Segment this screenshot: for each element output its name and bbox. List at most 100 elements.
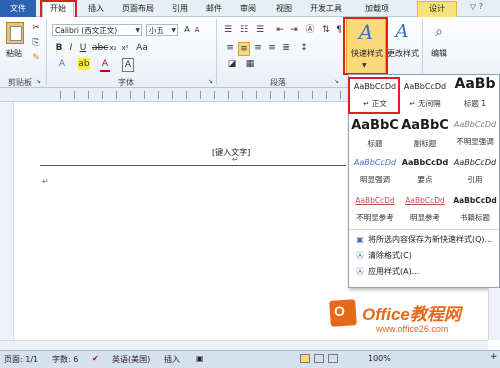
style-preview: AaBbCcDd: [405, 196, 445, 205]
justify-icon[interactable]: ≡: [266, 42, 278, 54]
highlight-box: [343, 17, 388, 75]
underline-icon[interactable]: U: [78, 42, 88, 54]
italic-icon[interactable]: I: [66, 42, 76, 54]
macro-record-icon[interactable]: ▣: [196, 354, 204, 363]
web-layout-view-icon[interactable]: [328, 354, 338, 363]
font-name-combo[interactable]: Calibri (西文正文) ▼: [52, 24, 142, 36]
zoom-in-icon[interactable]: +: [490, 352, 498, 362]
style-cell-no-spacing[interactable]: AaBbCcDd ↵ 无间隔: [400, 78, 450, 118]
numbering-icon[interactable]: ☷: [238, 24, 250, 36]
change-styles-label[interactable]: 更改样式: [386, 48, 420, 59]
clipboard-launcher-icon[interactable]: ↘: [36, 76, 41, 88]
tab-file[interactable]: 文件: [0, 0, 36, 17]
tab-developer[interactable]: 开发工具: [304, 2, 348, 17]
tab-mailings[interactable]: 邮件: [202, 2, 226, 17]
tab-insert[interactable]: 插入: [84, 2, 108, 17]
align-left-icon[interactable]: ≡: [224, 42, 236, 54]
tab-page-layout[interactable]: 页面布局: [116, 2, 160, 17]
change-styles-icon[interactable]: A: [392, 20, 412, 44]
menu-clear-formatting[interactable]: Ⓐ 清除格式(C): [352, 249, 498, 263]
style-cell-intense-reference[interactable]: AaBbCcDd 明显参考: [400, 192, 450, 232]
tab-addins[interactable]: 加载项: [360, 2, 394, 17]
char-border-icon[interactable]: A: [122, 58, 134, 72]
style-cell-subtitle[interactable]: AaBbC 副标题: [400, 116, 450, 156]
style-cell-subtle-emphasis[interactable]: AaBbCcDd 不明显强调: [450, 116, 500, 156]
font-size-combo[interactable]: 小五 ▼: [146, 24, 178, 36]
distributed-icon[interactable]: ≣: [280, 42, 292, 54]
menu-save-as-quick-style[interactable]: ▣ 将所选内容保存为新快速样式(Q)...: [352, 233, 498, 247]
subscript-icon[interactable]: x₂: [108, 42, 118, 54]
superscript-icon[interactable]: x²: [120, 42, 130, 54]
style-cell-title[interactable]: AaBbC 标题: [350, 116, 400, 156]
status-language[interactable]: 英语(美国): [112, 354, 150, 365]
font-launcher-icon[interactable]: ↘: [208, 76, 213, 88]
shrink-font-icon[interactable]: A: [192, 24, 202, 36]
style-cell-quote[interactable]: AaBbCcDd 引用: [450, 154, 500, 194]
menu-apply-styles[interactable]: Ⓐ 应用样式(A)...: [352, 265, 498, 279]
find-icon[interactable]: ⌕: [430, 22, 448, 42]
document-canvas[interactable]: [0, 102, 346, 340]
proofing-icon[interactable]: ✔: [92, 354, 99, 363]
style-preview: AaBbC: [351, 118, 399, 133]
style-preview: AaBbCcDd: [355, 196, 395, 205]
group-separator: [46, 19, 47, 85]
cut-icon[interactable]: ✂: [30, 22, 42, 34]
vertical-ruler: [0, 102, 14, 340]
font-name-value: Calibri (西文正文): [55, 26, 118, 35]
vertical-scrollbar[interactable]: [488, 288, 500, 340]
bullets-icon[interactable]: ☰: [222, 24, 234, 36]
copy-icon[interactable]: ⎘: [30, 37, 42, 49]
highlight-color-icon[interactable]: ab: [78, 58, 90, 70]
style-preview: AaBbCcDd: [353, 158, 397, 167]
editing-label[interactable]: 编辑: [428, 48, 450, 59]
multilevel-list-icon[interactable]: ☰: [254, 24, 266, 36]
format-painter-icon[interactable]: ✎: [30, 52, 42, 64]
tab-view[interactable]: 视图: [272, 2, 296, 17]
align-center-icon[interactable]: ≡: [238, 42, 250, 56]
shading-icon[interactable]: ◪: [226, 58, 238, 70]
style-cell-subtle-reference[interactable]: AaBbCcDd 不明显参考: [350, 192, 400, 232]
chinese-layout-icon[interactable]: Ⓐ: [304, 24, 316, 36]
line-spacing-icon[interactable]: ↕: [298, 42, 310, 54]
status-page[interactable]: 页面: 1/1: [4, 354, 38, 365]
paragraph-launcher-icon[interactable]: ↘: [334, 76, 339, 88]
paste-button-label[interactable]: 粘贴: [6, 48, 22, 59]
decrease-indent-icon[interactable]: ⇤: [274, 24, 286, 36]
menu-label: 应用样式(A)...: [368, 267, 420, 276]
status-words[interactable]: 字数: 6: [52, 354, 78, 365]
style-cell-heading1[interactable]: AaBb 标题 1: [450, 76, 500, 116]
paragraph-mark: ↵: [42, 177, 49, 186]
highlight-box: [348, 77, 400, 114]
chevron-down-icon: ▼: [171, 27, 176, 34]
status-zoom[interactable]: 100%: [368, 354, 391, 363]
status-mode[interactable]: 插入: [164, 354, 180, 365]
strikethrough-icon[interactable]: abc: [92, 42, 108, 54]
ribbon-controls-icon[interactable]: ▽ ?: [470, 2, 483, 11]
style-name: ↵ 无间隔: [409, 99, 441, 108]
style-cell-strong[interactable]: AaBbCcDd 要点: [400, 154, 450, 194]
full-screen-view-icon[interactable]: [314, 354, 324, 363]
style-name: 要点: [417, 175, 433, 184]
text-effects-icon[interactable]: A: [56, 58, 68, 70]
borders-icon[interactable]: ▦: [244, 58, 256, 70]
align-right-icon[interactable]: ≡: [252, 42, 264, 54]
sort-icon[interactable]: ⇅: [320, 24, 332, 36]
bold-icon[interactable]: B: [54, 42, 64, 54]
style-cell-intense-emphasis[interactable]: AaBbCcDd 明显强调: [350, 154, 400, 194]
horizontal-scrollbar[interactable]: [0, 340, 488, 350]
increase-indent-icon[interactable]: ⇥: [288, 24, 300, 36]
print-layout-view-icon[interactable]: [300, 354, 310, 363]
office-logo-glyph: O: [334, 303, 345, 319]
menu-label: 清除格式(C): [368, 251, 412, 260]
style-cell-book-title[interactable]: AaBbCcDd 书籍标题: [450, 192, 500, 232]
style-name: 不明显强调: [456, 137, 494, 146]
style-preview: AaBbCcDd: [453, 120, 497, 129]
tab-references[interactable]: 引用: [168, 2, 192, 17]
tab-review[interactable]: 审阅: [236, 2, 260, 17]
change-case-icon[interactable]: Aa: [136, 42, 148, 54]
tab-design[interactable]: 设计: [417, 1, 457, 17]
grow-font-icon[interactable]: A: [182, 24, 192, 36]
style-preview: AaBbCcDd: [453, 196, 497, 205]
font-color-icon[interactable]: A: [100, 58, 110, 72]
style-name: 标题: [367, 139, 383, 148]
